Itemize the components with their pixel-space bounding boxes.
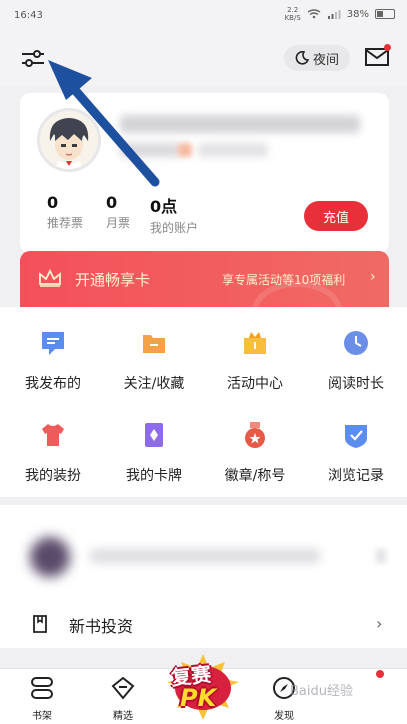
grid-item-my-posts[interactable]: 我发布的	[3, 329, 103, 393]
status-icons: 2.2 KB/S 38%	[285, 6, 395, 22]
new-book-investment-label: 新书投资	[69, 617, 134, 636]
folder-icon	[143, 335, 165, 353]
grid-item-reading-time[interactable]: 阅读时长	[306, 329, 406, 393]
new-book-investment-row[interactable]: 新书投资 ›	[0, 600, 407, 648]
grid-item-my-cards[interactable]: 我的卡牌	[104, 421, 204, 485]
tab-bookshelf[interactable]: 书架	[17, 675, 67, 722]
grid-item-badges-titles[interactable]: 徽章/称号	[205, 421, 305, 485]
blurred-arrow	[376, 549, 386, 563]
card-icon	[145, 423, 163, 447]
blurred-thumbnail	[30, 537, 70, 577]
blurred-text	[90, 549, 320, 563]
feature-grid: 我发布的 关注/收藏 活动中心 阅读时长 我的装扮 我的卡牌 徽章/称号 浏览记…	[0, 307, 407, 497]
stat-my-account[interactable]: 0点 我的账户	[150, 193, 198, 236]
shield-icon	[345, 425, 367, 448]
chevron-right-icon: ›	[376, 614, 383, 633]
shirt-icon	[42, 424, 64, 446]
signal-icon	[327, 10, 341, 19]
bookshelf-icon	[31, 677, 53, 699]
blurred-level-badge	[120, 143, 180, 157]
grid-item-activity-center[interactable]: 活动中心	[205, 329, 305, 393]
diamond-icon	[111, 676, 135, 700]
grid-item-browse-history[interactable]: 浏览记录	[306, 421, 406, 485]
pk-badge-line2: PK	[180, 684, 217, 712]
net-speed: 2.2 KB/S	[284, 6, 301, 22]
wifi-icon	[307, 9, 321, 19]
blurred-username	[120, 115, 360, 133]
post-icon	[42, 332, 64, 355]
top-bar: 夜间	[0, 34, 407, 86]
night-mode-label: 夜间	[312, 52, 339, 68]
battery-icon	[375, 9, 395, 19]
status-bar: 16:43 2.2 KB/S 38%	[0, 0, 407, 34]
stat-recommend-tickets[interactable]: 0 推荐票	[47, 193, 83, 231]
stat-monthly-tickets[interactable]: 0 月票	[106, 193, 130, 231]
sliders-icon	[22, 50, 44, 67]
crown-icon	[39, 269, 61, 287]
status-time: 16:43	[14, 10, 43, 21]
vip-banner[interactable]: 开通畅享卡 享专属活动等10项福利 ›	[20, 251, 389, 307]
recharge-button[interactable]: 充值	[304, 201, 368, 231]
medal-icon	[245, 422, 265, 448]
grid-item-follow-favorites[interactable]: 关注/收藏	[104, 329, 204, 393]
vip-desc: 享专属活动等10项福利	[222, 273, 346, 287]
avatar[interactable]	[37, 108, 101, 172]
profile-card: 0 推荐票 0 月票 0点 我的账户 充值	[20, 93, 389, 253]
tab-featured[interactable]: 精选	[98, 675, 148, 722]
mail-unread-dot	[384, 44, 391, 51]
avatar-image	[40, 111, 98, 169]
night-mode-button[interactable]: 夜间	[284, 45, 350, 71]
clock-icon	[344, 331, 368, 355]
blurred-list-item[interactable]	[0, 505, 407, 605]
grid-item-my-outfit[interactable]: 我的装扮	[3, 421, 103, 485]
bookmark-icon	[33, 615, 47, 633]
watermark: Baidu经验	[290, 684, 353, 699]
blurred-badge-icon	[178, 143, 192, 157]
moon-icon	[295, 51, 309, 65]
vip-title: 开通畅享卡	[75, 271, 151, 289]
battery-percent: 38%	[346, 8, 369, 20]
blurred-badge-text	[198, 143, 268, 157]
notification-dot	[376, 670, 384, 678]
settings-button[interactable]	[20, 46, 46, 70]
gift-icon	[244, 332, 266, 354]
chevron-right-icon: ›	[370, 269, 376, 285]
